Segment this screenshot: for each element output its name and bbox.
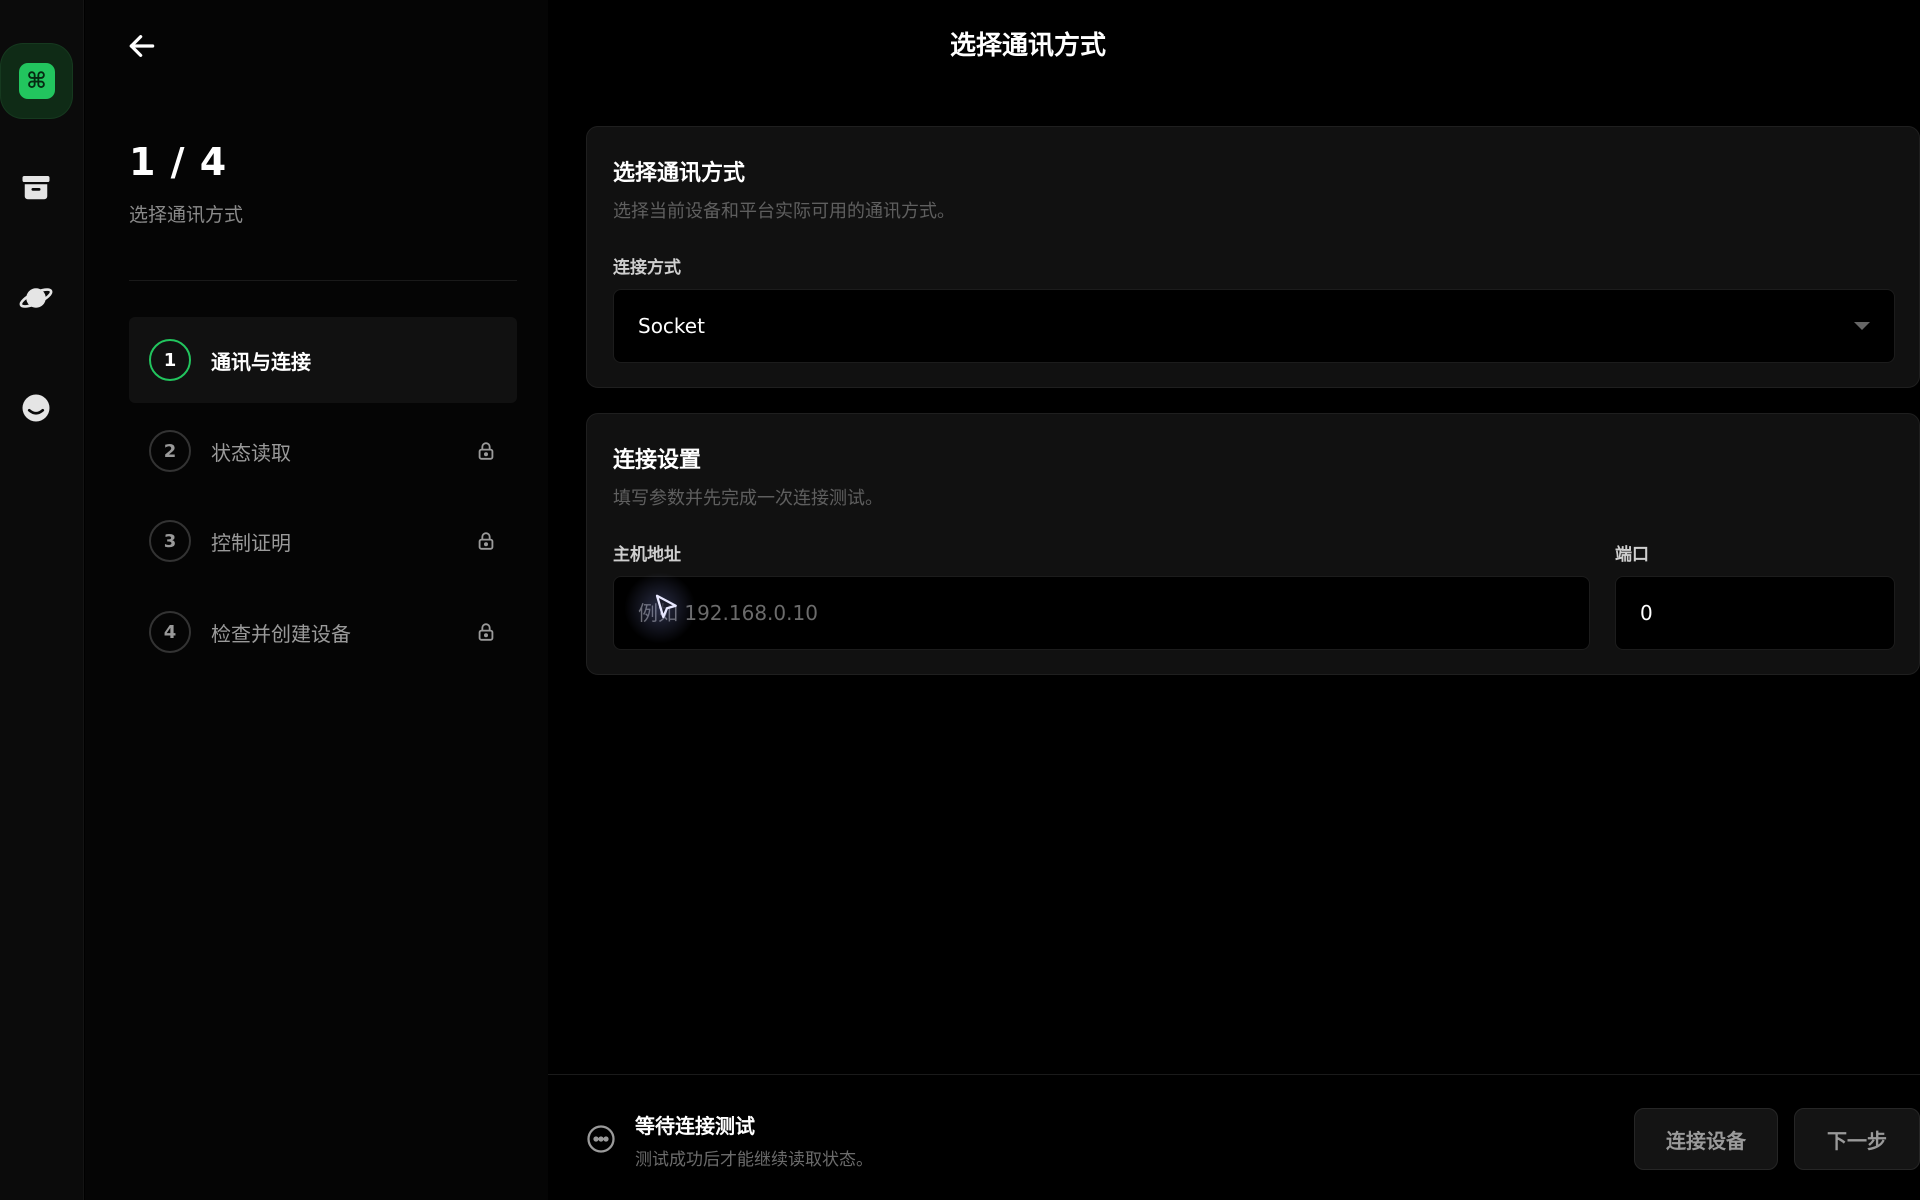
step-item-4[interactable]: 4 检查并创建设备 [129,589,517,675]
step-label: 检查并创建设备 [211,621,351,646]
host-input[interactable] [613,576,1590,650]
port-label: 端口 [1615,545,1649,565]
page-title: 选择通讯方式 [949,31,1106,61]
divider [129,280,517,281]
footer-divider [548,1074,1920,1075]
back-button[interactable] [118,24,166,68]
status-title: 等待连接测试 [635,1114,755,1138]
face-icon [22,394,50,422]
field-label: 连接方式 [613,258,681,278]
app-logo-button[interactable]: ⌘ [1,44,72,118]
step-item-1[interactable]: 1 通讯与连接 [129,317,517,403]
next-step-button[interactable]: 下一步 [1794,1108,1920,1170]
step-number: 1 [149,339,191,381]
step-label: 通讯与连接 [211,349,311,374]
lock-icon [478,623,494,641]
step-subtitle: 选择通讯方式 [129,204,244,226]
step-counter: 1 / 4 [129,140,228,184]
step-number: 2 [149,430,191,472]
chevron-down-icon [1854,322,1870,330]
connection-settings-card: 连接设置 填写参数并先完成一次连接测试。 主机地址 端口 [586,413,1920,675]
card-description: 填写参数并先完成一次连接测试。 [613,488,883,509]
comm-method-card: 选择通讯方式 选择当前设备和平台实际可用的通讯方式。 连接方式 Socket [586,126,1920,388]
step-label: 状态读取 [211,440,291,465]
lock-icon [478,532,494,550]
connect-device-button[interactable]: 连接设备 [1634,1108,1778,1170]
planet-icon [19,288,53,308]
arrow-left-icon [129,35,155,57]
card-description: 选择当前设备和平台实际可用的通讯方式。 [613,201,955,222]
card-title: 连接设置 [613,448,702,473]
select-value: Socket [638,314,705,338]
nav-rail: ⌘ [0,0,84,1200]
status-description: 测试成功后才能继续读取状态。 [635,1150,873,1170]
step-label: 控制证明 [211,530,291,555]
step-item-2[interactable]: 2 状态读取 [129,408,517,494]
pending-status-icon [587,1125,615,1153]
port-input[interactable] [1615,576,1895,650]
host-label: 主机地址 [613,545,681,565]
archive-icon [22,176,50,200]
nav-archive-button[interactable] [0,152,72,224]
step-number: 4 [149,611,191,653]
lock-icon [478,442,494,460]
step-item-3[interactable]: 3 控制证明 [129,498,517,584]
nav-profile-button[interactable] [0,372,72,444]
command-icon: ⌘ [18,63,55,99]
mouse-cursor-icon [655,594,677,619]
connection-method-select[interactable]: Socket [613,289,1895,363]
nav-explore-button[interactable] [0,262,72,334]
card-title: 选择通讯方式 [613,161,746,186]
step-number: 3 [149,520,191,562]
